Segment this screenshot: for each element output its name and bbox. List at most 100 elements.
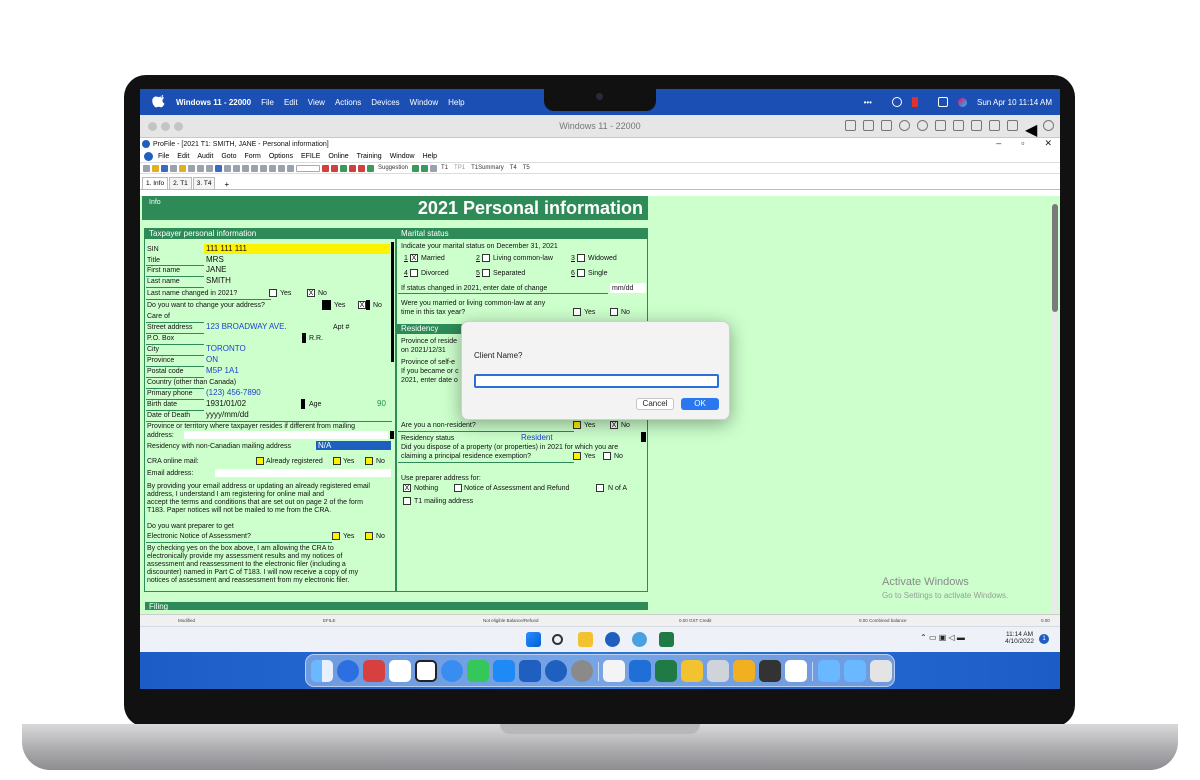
menu-devices[interactable]: Devices (371, 98, 399, 107)
form-icon[interactable] (233, 164, 240, 172)
province-territory-field[interactable] (184, 431, 388, 439)
windows-start-icon[interactable] (526, 632, 541, 647)
married-any-time-no-checkbox[interactable] (610, 308, 618, 316)
dispose-yes-checkbox[interactable] (573, 452, 581, 460)
separated-checkbox[interactable] (482, 269, 490, 277)
non-resident-yes-checkbox[interactable] (573, 421, 581, 429)
network-icon[interactable] (917, 120, 928, 131)
paste-icon[interactable] (206, 164, 213, 172)
file-explorer-icon[interactable] (578, 632, 593, 647)
preparer-yes-checkbox[interactable] (332, 532, 340, 540)
profile-taskbar-icon[interactable] (605, 632, 620, 647)
client-name-input[interactable] (474, 374, 719, 388)
app-menu-audit[interactable]: Audit (197, 153, 213, 160)
last-name-changed-no-checkbox[interactable]: X (307, 289, 315, 297)
downloads-folder-icon[interactable] (818, 660, 840, 682)
app-store-icon[interactable] (493, 660, 515, 682)
new-icon[interactable] (143, 164, 150, 172)
folder-icon[interactable] (681, 660, 703, 682)
last-name-field[interactable]: SMITH (206, 276, 231, 285)
bell-icon[interactable] (421, 164, 429, 172)
dispose-no-checkbox[interactable] (603, 452, 611, 460)
app-menu-edit[interactable]: Edit (177, 153, 189, 160)
title-field[interactable]: MRS (206, 255, 224, 264)
usb-icon[interactable] (881, 120, 892, 131)
n-of-a-checkbox[interactable] (596, 484, 604, 492)
search-icon[interactable] (552, 634, 563, 645)
profile-review-icon[interactable] (632, 632, 647, 647)
app-menu-efile[interactable]: EFILE (301, 153, 320, 160)
keyboard-icon[interactable] (845, 120, 856, 131)
add-tab-button[interactable]: + (224, 180, 229, 189)
vertical-scrollbar[interactable] (1052, 258, 1058, 670)
printer-icon[interactable] (278, 164, 285, 172)
notification-badge[interactable]: 1 (1039, 634, 1049, 644)
tab-t1[interactable]: 2. T1 (169, 177, 192, 189)
app-menu-goto[interactable]: Goto (221, 153, 236, 160)
non-resident-no-checkbox[interactable]: X (610, 421, 618, 429)
applications-folder-icon[interactable] (844, 660, 866, 682)
province-field[interactable]: ON (206, 355, 218, 364)
divorced-checkbox[interactable] (410, 269, 418, 277)
printer-icon[interactable] (971, 120, 982, 131)
check-icon[interactable] (331, 164, 338, 172)
back-icon[interactable]: ◀ (1025, 120, 1037, 139)
excel-icon[interactable] (659, 632, 674, 647)
parallels-dock-icon[interactable] (603, 660, 625, 682)
trash-icon[interactable] (870, 660, 892, 682)
nothing-checkbox[interactable]: X (403, 484, 411, 492)
screen-icon[interactable] (759, 660, 781, 682)
battery-tray-icon[interactable]: ▬ (957, 633, 965, 642)
cut-icon[interactable] (188, 164, 195, 172)
shared-folder-icon[interactable] (1007, 120, 1018, 131)
app-menu-training[interactable]: Training (357, 153, 382, 160)
siri-icon[interactable] (957, 97, 967, 107)
tree-icon[interactable] (412, 164, 420, 172)
parallels-icon[interactable] (911, 97, 918, 107)
t1-mailing-checkbox[interactable] (403, 497, 411, 505)
calc-icon[interactable] (242, 164, 249, 172)
butterfly-icon[interactable] (733, 660, 755, 682)
audit-icon[interactable] (322, 164, 329, 172)
microphone-icon[interactable] (953, 120, 964, 131)
toolbar-t5[interactable]: T5 (523, 165, 530, 171)
redo-icon[interactable] (224, 164, 231, 172)
app-menu-help[interactable]: Help (423, 153, 437, 160)
app-menu-form[interactable]: Form (245, 153, 261, 160)
toolbar-t4[interactable]: T4 (510, 165, 517, 171)
common-law-checkbox[interactable] (482, 254, 490, 262)
menu-help[interactable]: Help (448, 98, 464, 107)
first-name-field[interactable]: JANE (206, 265, 226, 274)
menu-window[interactable]: Window (410, 98, 438, 107)
email-field[interactable] (215, 469, 391, 477)
print-icon[interactable] (170, 164, 177, 172)
toolbar-suggestion[interactable]: Suggestion (378, 165, 408, 171)
cra-online-yes-checkbox[interactable] (333, 457, 341, 465)
menu-view[interactable]: View (308, 98, 325, 107)
married-checkbox[interactable]: X (410, 254, 418, 262)
camera-device-icon[interactable] (989, 120, 1000, 131)
form-list-icon[interactable] (430, 164, 438, 172)
toolbar-t1[interactable]: T1 (441, 165, 448, 171)
control-center-icon[interactable] (937, 97, 948, 107)
chevron-up-icon[interactable]: ⌃ (920, 633, 927, 642)
change-address-no-checkbox[interactable]: X (358, 301, 366, 309)
preparer-no-checkbox[interactable] (365, 532, 373, 540)
tab-t4[interactable]: 3. T4 (192, 177, 216, 189)
sin-field[interactable]: 111 111 111 (206, 244, 247, 253)
speaker-tray-icon[interactable]: ◁ (949, 633, 955, 642)
change-address-yes-checkbox[interactable] (322, 300, 331, 310)
last-name-changed-yes-checkbox[interactable] (269, 289, 277, 297)
star-icon[interactable] (179, 164, 186, 172)
app-menu-online[interactable]: Online (328, 153, 348, 160)
menu-clock[interactable]: Sun Apr 10 11:14 AM (977, 98, 1052, 107)
cd-icon[interactable] (899, 120, 910, 131)
error-icon[interactable] (349, 164, 356, 172)
app-menu-window[interactable]: Window (390, 153, 415, 160)
suggestion-icon[interactable] (367, 164, 374, 172)
notes-icon[interactable] (269, 164, 276, 172)
profile-dock-icon[interactable] (545, 660, 567, 682)
close-button[interactable]: ✕ (1044, 138, 1052, 149)
app-menu-file[interactable]: File (158, 153, 169, 160)
messages-icon[interactable] (467, 660, 489, 682)
